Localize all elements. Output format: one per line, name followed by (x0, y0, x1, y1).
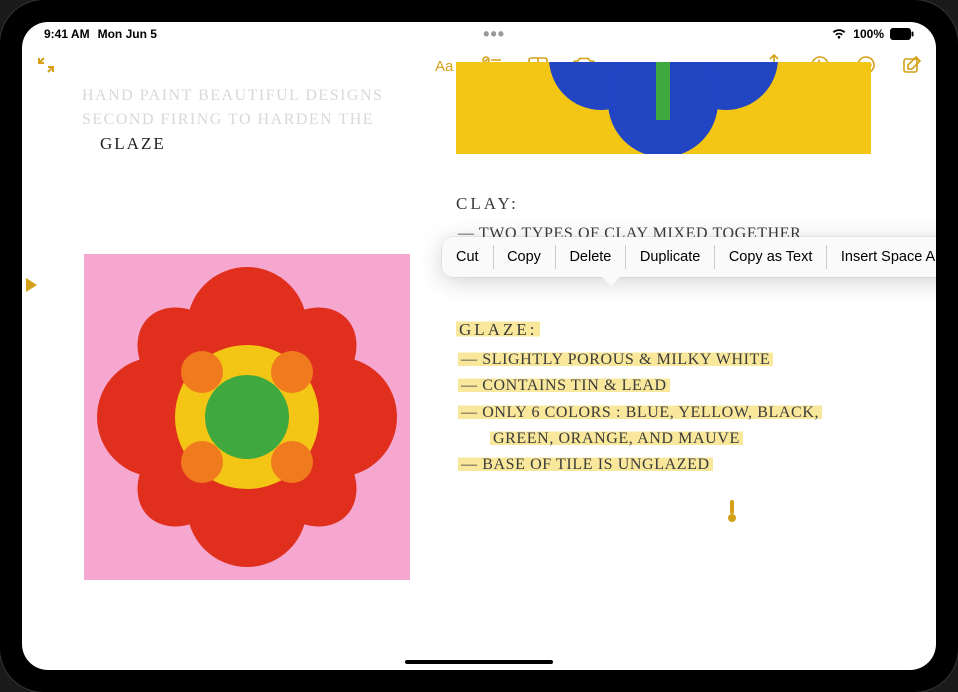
status-date: Mon Jun 5 (98, 27, 157, 41)
note-glaze-word: GLAZE (100, 134, 422, 154)
wifi-icon (831, 28, 847, 40)
menu-copy[interactable]: Copy (493, 237, 555, 277)
home-indicator[interactable] (405, 660, 553, 664)
battery-percent: 100% (853, 27, 884, 41)
context-menu: Cut Copy Delete Duplicate Copy as Text I… (442, 237, 936, 277)
selection-handle-end[interactable] (728, 514, 736, 522)
faded-note-line2: SECOND FIRING TO HARDEN THE (82, 108, 422, 132)
status-bar: 9:41 AM Mon Jun 5 ••• 100% (22, 22, 936, 46)
menu-copy-as-text[interactable]: Copy as Text (715, 237, 827, 277)
glaze-heading: GLAZE: (456, 316, 916, 344)
glaze-line1: — SLIGHTLY POROUS & MILKY WHITE (458, 347, 916, 373)
svg-text:Aa: Aa (435, 58, 454, 74)
battery-icon (890, 28, 914, 40)
glaze-line3: — ONLY 6 COLORS : BLUE, YELLOW, BLACK, (458, 400, 916, 426)
flower-drawing (84, 254, 410, 580)
top-flower-drawing (456, 62, 871, 154)
glaze-line2: — CONTAINS TIN & LEAD (458, 373, 916, 399)
menu-insert-space[interactable]: Insert Space Above (827, 237, 936, 277)
line-indicator-icon[interactable] (26, 278, 37, 292)
status-time: 9:41 AM (44, 27, 90, 41)
glaze-line4: — BASE OF TILE IS UNGLAZED (458, 452, 916, 478)
menu-cut[interactable]: Cut (442, 237, 493, 277)
menu-duplicate[interactable]: Duplicate (626, 237, 714, 277)
clay-heading: CLAY: (456, 190, 916, 218)
menu-delete[interactable]: Delete (555, 237, 625, 277)
selection-handle-tail[interactable] (730, 500, 734, 514)
note-body[interactable]: HAND PAINT BEAUTIFUL DESIGNS SECOND FIRI… (22, 84, 936, 670)
faded-note-line1: HAND PAINT BEAUTIFUL DESIGNS (82, 84, 422, 108)
collapse-icon[interactable] (32, 51, 60, 79)
glaze-section[interactable]: GLAZE: — SLIGHTLY POROUS & MILKY WHITE —… (456, 316, 916, 479)
compose-icon[interactable] (898, 51, 926, 79)
multitask-indicator[interactable]: ••• (483, 25, 505, 43)
glaze-line3b: GREEN, ORANGE, AND MAUVE (490, 426, 916, 452)
